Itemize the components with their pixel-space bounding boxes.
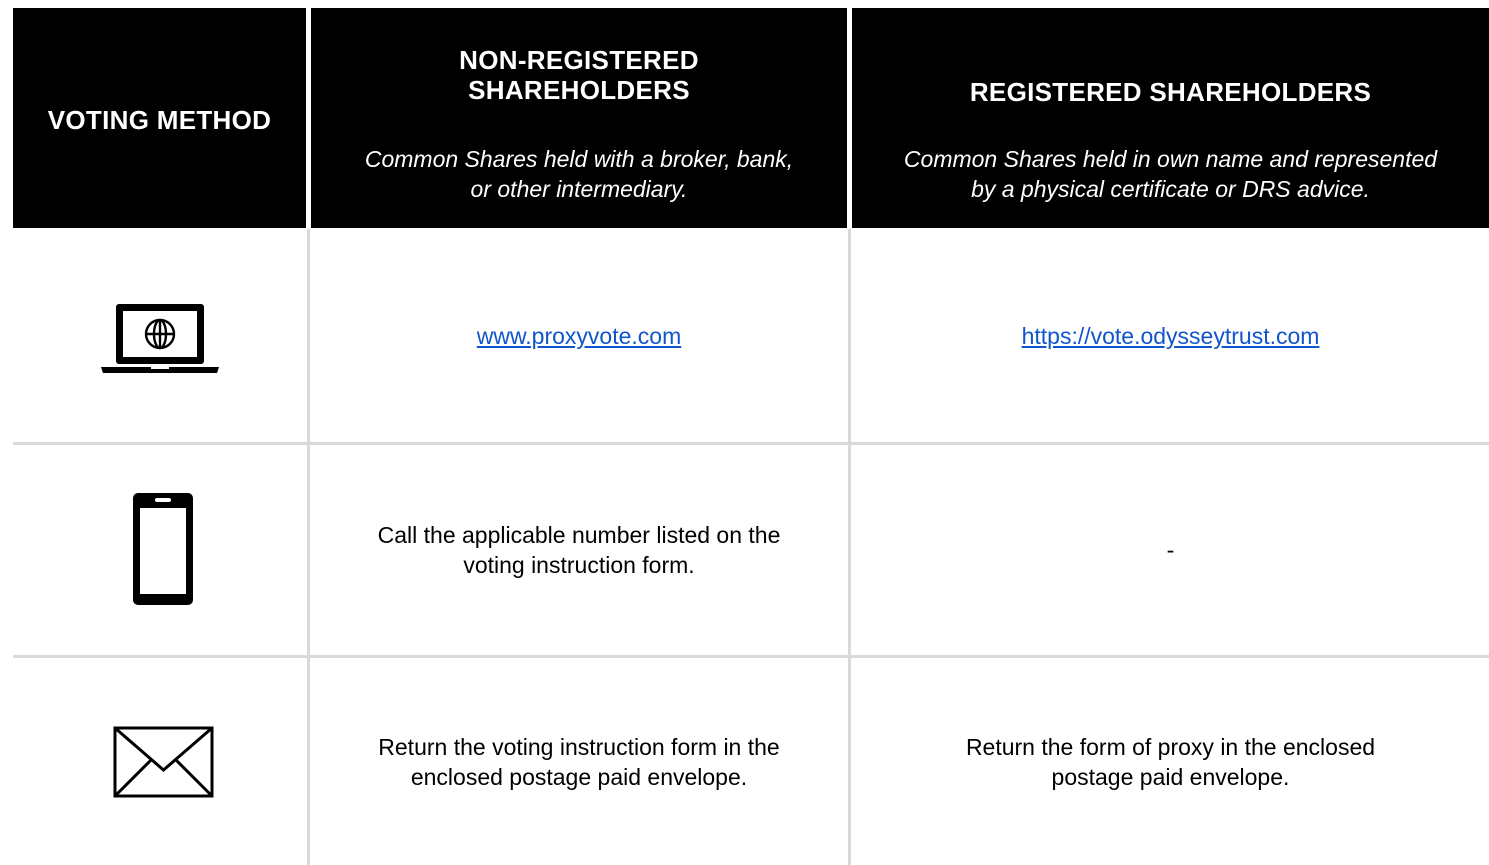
mobile-phone-icon xyxy=(133,493,193,605)
telephone-instruction: Call the applicable number listed on the… xyxy=(377,522,781,578)
row-mail-registered: Return the form of proxy in the enclosed… xyxy=(852,658,1489,865)
row-internet-method xyxy=(13,230,306,442)
header-non-registered-title: NON-REGISTERED SHAREHOLDERS xyxy=(459,45,699,105)
row-telephone-registered: - xyxy=(852,445,1489,655)
column-divider xyxy=(848,229,851,865)
not-applicable-dash: - xyxy=(1166,537,1175,563)
row-mail-non-registered: Return the voting instruction form in th… xyxy=(311,658,847,865)
column-divider xyxy=(307,229,310,865)
voting-methods-table: VOTING METHOD NON-REGISTERED SHAREHOLDER… xyxy=(0,0,1489,865)
mail-instruction-registered: Return the form of proxy in the enclosed… xyxy=(965,733,1376,790)
header-voting-method-title: VOTING METHOD xyxy=(47,105,272,135)
header-registered-title: REGISTERED SHAREHOLDERS xyxy=(969,77,1372,107)
row-internet-registered: https://vote.odysseytrust.com xyxy=(852,230,1489,442)
laptop-globe-icon xyxy=(101,304,219,373)
envelope-icon xyxy=(113,726,214,798)
header-non-registered: NON-REGISTERED SHAREHOLDERS Common Share… xyxy=(311,8,847,228)
mail-instruction-non-registered: Return the voting instruction form in th… xyxy=(378,733,780,790)
row-telephone-method xyxy=(13,445,306,655)
odysseytrust-link[interactable]: https://vote.odysseytrust.com xyxy=(1022,321,1320,351)
proxyvote-link[interactable]: www.proxyvote.com xyxy=(477,321,682,351)
row-internet-non-registered: www.proxyvote.com xyxy=(311,230,847,442)
header-voting-method: VOTING METHOD xyxy=(13,8,306,228)
header-registered: REGISTERED SHAREHOLDERS Common Shares he… xyxy=(852,8,1489,228)
row-mail-method xyxy=(13,658,306,865)
header-non-registered-subtitle: Common Shares held with a broker, bank, … xyxy=(364,146,794,202)
header-registered-subtitle: Common Shares held in own name and repre… xyxy=(903,146,1438,202)
row-telephone-non-registered: Call the applicable number listed on the… xyxy=(311,445,847,655)
